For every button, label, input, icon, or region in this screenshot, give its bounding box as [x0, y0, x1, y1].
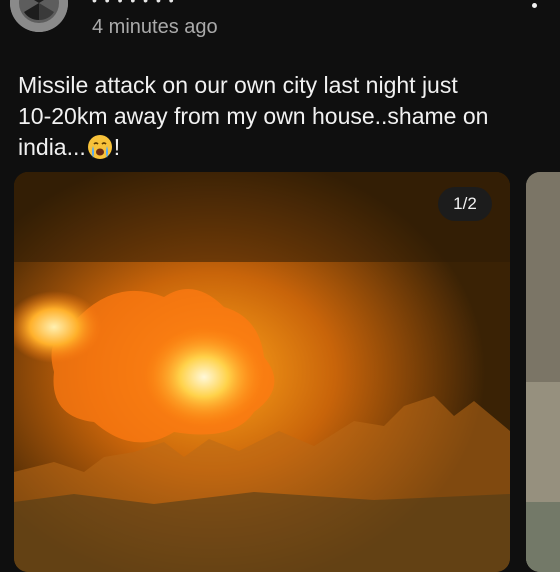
post-timestamp: 4 minutes ago: [92, 16, 218, 38]
media-counter-badge: 1/2: [438, 187, 492, 221]
next-image-preview[interactable]: [526, 172, 560, 572]
post-header: • • • • • • • 4 minutes ago: [0, 0, 560, 60]
post-image[interactable]: [14, 172, 510, 572]
post-text-segment: india...: [18, 134, 86, 160]
post-text-segment: !: [113, 134, 121, 160]
avatar-icon: [10, 0, 68, 32]
more-vertical-icon[interactable]: [522, 0, 546, 20]
post-text-line: india...!: [18, 132, 538, 163]
post-text-line: 10-20km away from my own house..shame on: [18, 103, 489, 129]
next-image-thumbnail: [526, 172, 560, 572]
avatar[interactable]: [10, 0, 68, 32]
username[interactable]: • • • • • • •: [92, 0, 252, 4]
post-text-line: Missile attack on our own city last nigh…: [18, 72, 458, 98]
explosion-photo: [14, 172, 510, 572]
crying-face-emoji-icon: [87, 134, 113, 160]
menu-dot: [531, 3, 537, 8]
post-text: Missile attack on our own city last nigh…: [18, 70, 538, 163]
